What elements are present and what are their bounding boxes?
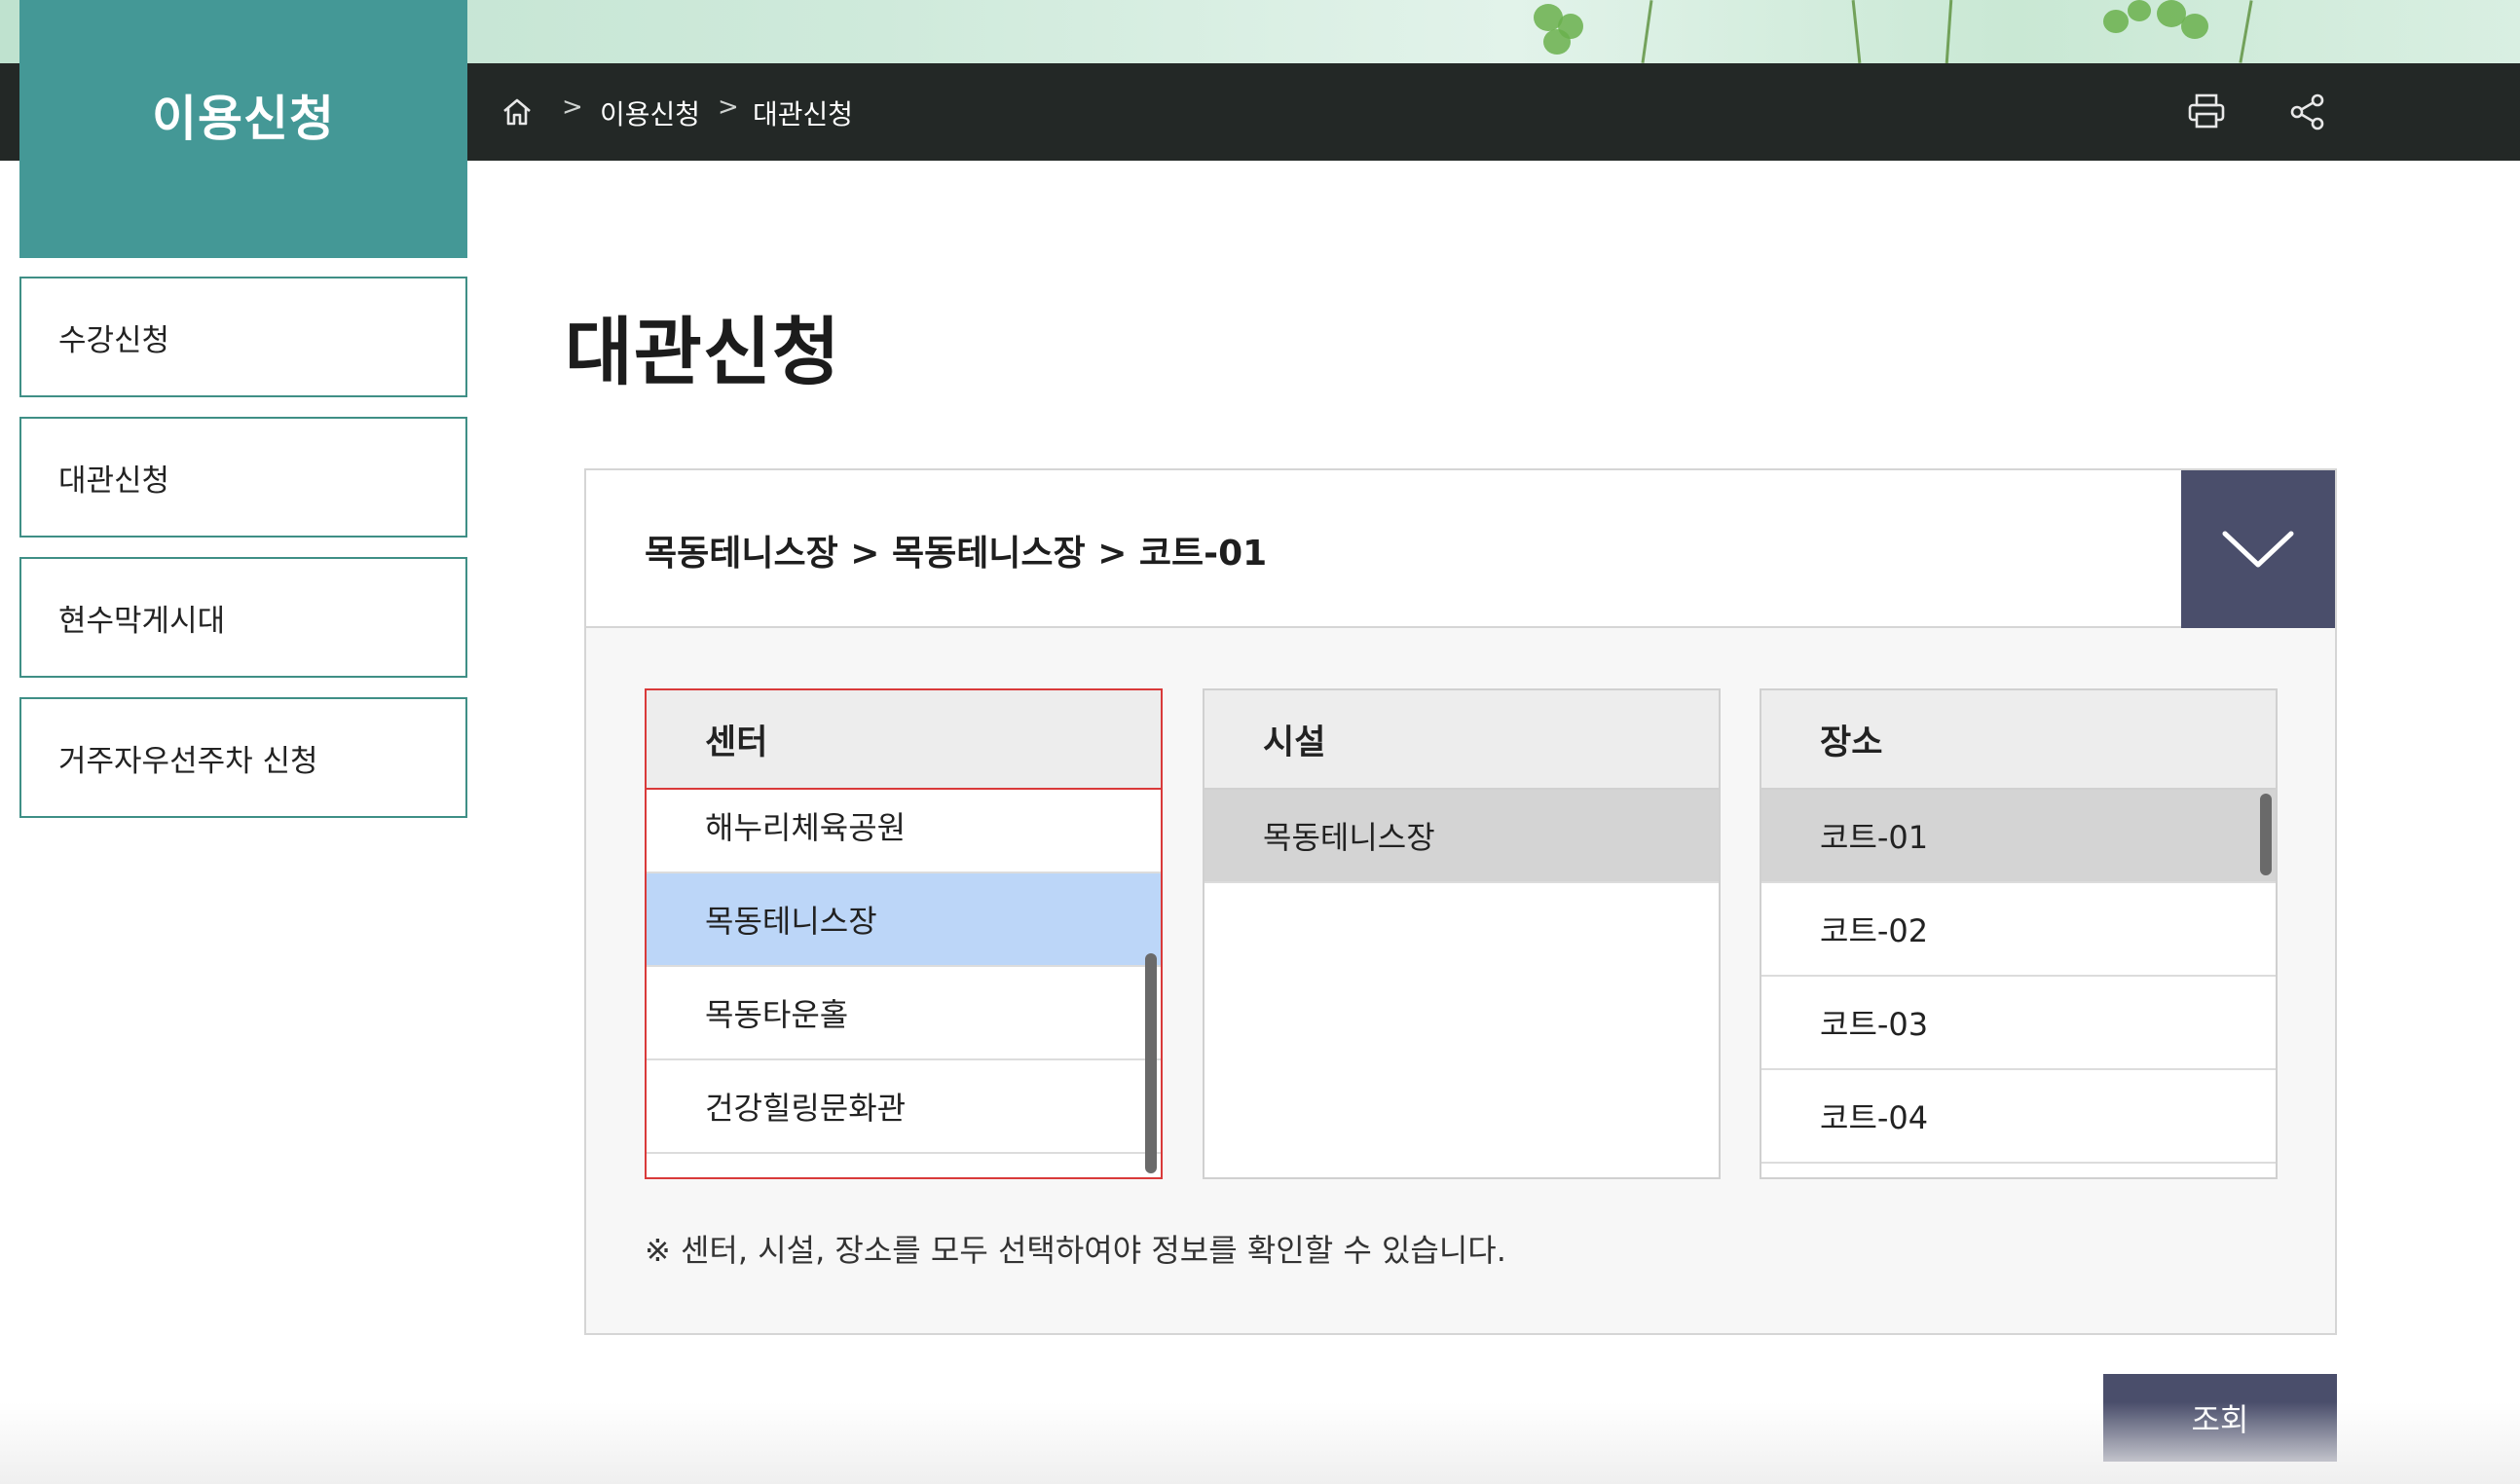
place-list: 장소 코트-01 코트-02 코트-03 코트-04: [1760, 688, 2278, 1179]
breadcrumb-separator: >: [562, 93, 583, 122]
center-option-selected[interactable]: 목동테니스장: [647, 873, 1161, 967]
center-option[interactable]: 해누리체육공원: [647, 790, 1161, 873]
sidebar-item-label: 현수막게시대: [58, 603, 226, 639]
share-icon[interactable]: [2288, 93, 2327, 131]
facility-list: 시설 목동테니스장: [1203, 688, 1721, 1179]
place-option[interactable]: 코트-02: [1761, 883, 2276, 977]
collapse-toggle-button[interactable]: [2181, 470, 2335, 628]
print-icon[interactable]: [2187, 93, 2226, 130]
center-option[interactable]: 목동타운홀: [647, 967, 1161, 1060]
facility-list-body[interactable]: 목동테니스장: [1204, 790, 1719, 1177]
breadcrumb-separator: >: [718, 93, 739, 122]
sidebar-item-label: 대관신청: [58, 463, 170, 499]
selector-header[interactable]: 목동테니스장 > 목동테니스장 > 코트-01: [586, 470, 2335, 628]
selection-notice: ※ 센터, 시설, 장소를 모두 선택하여야 정보를 확인할 수 있습니다.: [645, 1232, 1506, 1269]
page-title: 대관신청: [565, 309, 841, 395]
place-option-selected[interactable]: 코트-01: [1761, 790, 2276, 883]
place-option[interactable]: 코트-03: [1761, 977, 2276, 1070]
section-title-box: 이용신청: [19, 0, 467, 258]
facility-option-selected[interactable]: 목동테니스장: [1204, 790, 1719, 883]
sidebar-item-banner[interactable]: 현수막게시대: [19, 557, 467, 678]
center-list: 센터 해누리체육공원 목동테니스장 목동타운홀 건강힐링문화관: [645, 688, 1163, 1179]
center-list-body[interactable]: 해누리체육공원 목동테니스장 목동타운홀 건강힐링문화관: [647, 790, 1161, 1177]
breadcrumb-item-apply[interactable]: 이용신청: [600, 93, 700, 132]
sidebar-item-course[interactable]: 수강신청: [19, 277, 467, 397]
breadcrumb-item-rental[interactable]: 대관신청: [753, 93, 853, 132]
section-title: 이용신청: [152, 91, 335, 147]
place-list-body[interactable]: 코트-01 코트-02 코트-03 코트-04: [1761, 790, 2276, 1177]
place-option[interactable]: 코트-04: [1761, 1070, 2276, 1164]
place-list-scrollbar[interactable]: [2260, 794, 2272, 875]
search-button[interactable]: 조회: [2103, 1374, 2337, 1462]
center-list-header: 센터: [647, 690, 1161, 790]
sidebar-item-rental[interactable]: 대관신청: [19, 417, 467, 538]
sidebar-item-parking[interactable]: 거주자우선주차 신청: [19, 697, 467, 818]
sidebar-item-label: 거주자우선주차 신청: [58, 743, 318, 779]
place-list-header: 장소: [1761, 690, 2276, 790]
selected-path: 목동테니스장 > 목동테니스장 > 코트-01: [645, 534, 1268, 574]
home-icon[interactable]: [500, 95, 534, 129]
center-list-scrollbar[interactable]: [1145, 953, 1157, 1173]
center-option[interactable]: 건강힐링문화관: [647, 1060, 1161, 1154]
facility-list-header: 시설: [1204, 690, 1719, 790]
facility-selector-panel: 목동테니스장 > 목동테니스장 > 코트-01 센터 해누리체육공원 목동테니스…: [584, 468, 2337, 1335]
chevron-down-icon: [2222, 531, 2294, 568]
sidebar-item-label: 수강신청: [58, 322, 170, 358]
